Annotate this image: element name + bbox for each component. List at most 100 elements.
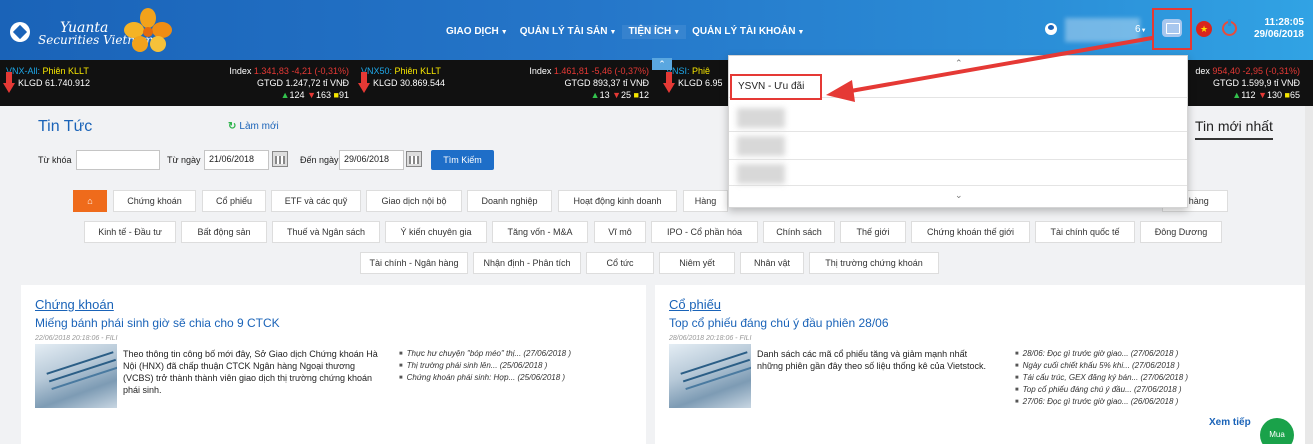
category-chip[interactable]: Tăng vốn - M&A	[492, 221, 588, 243]
category-chip[interactable]: Vĩ mô	[594, 221, 646, 243]
ticker-name: VNX-All: Phiên KLLT	[6, 66, 89, 76]
nav-label: TIỆN ÍCH	[628, 26, 672, 37]
ticker-gtgd: GTGD 893,37 tỉ VNĐ	[564, 78, 649, 88]
keyword-input[interactable]	[76, 150, 160, 170]
category-chip[interactable]: Thế giới	[840, 221, 906, 243]
category-chip[interactable]: Chứng khoán thế giới	[911, 221, 1030, 243]
refresh-link[interactable]: ↻ Làm mới	[228, 121, 279, 132]
category-chip[interactable]: IPO - Cổ phần hóa	[651, 221, 758, 243]
top-navbar: Yuanta Securities Vietnam GIAO DỊCH ▼ QUẢ…	[0, 0, 1313, 60]
category-chip[interactable]: Nhân vật	[740, 252, 804, 274]
power-icon[interactable]	[1222, 19, 1237, 36]
category-chip[interactable]: Doanh nghiệp	[467, 190, 552, 212]
related-article-link[interactable]: Chứng khoán phái sinh: Hợp... (25/06/201…	[399, 372, 571, 384]
refresh-icon: ↻	[228, 121, 237, 132]
to-date-input[interactable]: 29/06/2018	[339, 150, 404, 170]
category-chip[interactable]: Kinh tế - Đầu tư	[84, 221, 176, 243]
user-icon[interactable]	[1045, 23, 1057, 35]
down-arrow-icon	[358, 72, 370, 94]
user-name-redacted	[1065, 18, 1140, 42]
dropdown-item[interactable]	[729, 132, 1187, 160]
category-chip[interactable]: Nhận định - Phân tích	[473, 252, 581, 274]
category-chip[interactable]: Bất động sản	[181, 221, 267, 243]
category-chip[interactable]: Niêm yết	[659, 252, 735, 274]
ticker-klgd: KLGD 30.869.544	[373, 78, 446, 88]
section-title[interactable]: Chứng khoán	[35, 297, 114, 312]
inbox-icon[interactable]	[1162, 19, 1182, 37]
nav-quan-ly-tai-khoan[interactable]: QUẢN LÝ TÀI KHOẢN ▼	[686, 25, 810, 39]
category-chip[interactable]: Đông Dương	[1140, 221, 1222, 243]
home-icon: ⌂	[87, 196, 93, 206]
nav-label: QUẢN LÝ TÀI SẢN	[519, 26, 608, 37]
related-article-link[interactable]: Top cổ phiếu đáng chú ý đầu... (27/06/20…	[1015, 384, 1188, 396]
chevron-down-icon[interactable]: ⌄	[955, 190, 963, 201]
dropdown-item[interactable]	[729, 160, 1187, 186]
ticker-counts: ▲112 ▼130 ■65	[1232, 90, 1300, 100]
nav-tien-ich[interactable]: TIỆN ÍCH ▼	[622, 25, 687, 39]
ticker-item-vnx-all[interactable]: VNX-All: Phiên KLLT KLGD 61.740.912 Inde…	[0, 60, 355, 106]
related-article-link[interactable]: 28/06: Đọc gì trước giờ giao... (27/06/2…	[1015, 348, 1188, 360]
down-arrow-icon	[3, 72, 15, 94]
chevron-down-icon: ▼	[609, 29, 617, 36]
category-chip[interactable]: Ý kiến chuyên gia	[385, 221, 487, 243]
vietnam-flag-icon[interactable]: ★	[1196, 21, 1212, 37]
search-button[interactable]: Tìm Kiếm	[431, 150, 494, 170]
ticker-collapse-icon[interactable]: ⌃	[652, 58, 672, 70]
ticker-gtgd: GTGD 1.599,9 tỉ VNĐ	[1212, 78, 1300, 88]
article-headline[interactable]: Top cổ phiếu đáng chú ý đầu phiên 28/06	[669, 316, 889, 330]
chevron-down-icon: ▼	[797, 29, 805, 36]
section-title[interactable]: Cổ phiếu	[669, 297, 721, 312]
ticker-klgd: KLGD 6.95	[678, 78, 723, 88]
redacted-item	[737, 164, 785, 184]
category-chip[interactable]: Chính sách	[763, 221, 835, 243]
clock-time: 11:28:05	[1264, 17, 1304, 28]
category-chip[interactable]: Tài chính quốc tế	[1035, 221, 1135, 243]
article-thumbnail[interactable]	[35, 344, 117, 408]
to-date-label: Đến ngày	[300, 155, 339, 165]
from-date-input[interactable]: 21/06/2018	[204, 150, 269, 170]
article-summary: Theo thông tin công bố mới đây, Sở Giao …	[123, 349, 378, 395]
view-more-link[interactable]: Xem tiếp	[1209, 417, 1251, 428]
dropdown-item-ysvn-uu-dai[interactable]: YSVN - Ưu đãi	[730, 74, 822, 100]
category-chip[interactable]: Thuế và Ngân sách	[272, 221, 380, 243]
dropdown-item[interactable]	[729, 104, 1187, 132]
category-chip[interactable]: Tài chính - Ngân hàng	[360, 252, 468, 274]
related-article-link[interactable]: Ngày cuối chiết khấu 5% khi... (27/06/20…	[1015, 360, 1188, 372]
related-article-link[interactable]: Thực hư chuyện "bóp méo" thị... (27/06/2…	[399, 348, 571, 360]
page-scrollbar[interactable]	[1305, 106, 1313, 444]
from-date-label: Từ ngày	[167, 155, 201, 165]
category-chip[interactable]: ETF và các quỹ	[271, 190, 361, 212]
chevron-down-icon: ▼	[500, 29, 508, 36]
nav-label: QUẢN LÝ TÀI KHOẢN	[692, 26, 796, 37]
category-chip[interactable]: Cổ phiếu	[202, 190, 266, 212]
calendar-icon[interactable]	[406, 151, 422, 167]
article-thumbnail[interactable]	[669, 344, 751, 408]
related-articles: Thực hư chuyện "bóp méo" thị... (27/06/2…	[399, 348, 571, 384]
calendar-icon[interactable]	[272, 151, 288, 167]
keyword-label: Từ khóa	[38, 155, 72, 165]
nav-giao-dich[interactable]: GIAO DỊCH ▼	[440, 25, 514, 39]
category-chip[interactable]: Giao dịch nội bộ	[366, 190, 462, 212]
brand-logo[interactable]: Yuanta Securities Vietnam	[10, 8, 172, 52]
related-article-link[interactable]: Thị trường phái sinh lên... (25/06/2018 …	[399, 360, 571, 372]
ticker-item-vnx50[interactable]: VNX50: Phiên KLLT KLGD 30.869.544 Index …	[355, 60, 655, 106]
home-category-chip[interactable]: ⌂	[73, 190, 107, 212]
tab-latest-news[interactable]: Tin mới nhất	[1195, 118, 1273, 140]
buy-button[interactable]: Mua	[1260, 418, 1294, 444]
nav-quan-ly-tai-san[interactable]: QUẢN LÝ TÀI SẢN ▼	[514, 25, 623, 39]
chevron-up-icon[interactable]: ⌃	[955, 58, 963, 69]
category-chip[interactable]: Hàng	[683, 190, 728, 212]
ticker-item-right[interactable]: dex 954,40 -2,95 (-0,31%) GTGD 1.599,9 t…	[1188, 60, 1306, 106]
category-chip[interactable]: Chứng khoán	[113, 190, 196, 212]
category-chip[interactable]: Cổ tức	[586, 252, 654, 274]
down-arrow-icon	[663, 72, 675, 94]
ticker-klgd: KLGD 61.740.912	[18, 78, 91, 88]
related-article-link[interactable]: 27/06: Đọc gì trước giờ giao... (26/06/2…	[1015, 396, 1188, 408]
category-chip[interactable]: Thị trường chứng khoán	[809, 252, 939, 274]
utilities-dropdown: ⌃ YSVN - Ưu đãi ⌄	[728, 55, 1188, 208]
related-article-link[interactable]: Tái cấu trúc, GEX đăng ký bán... (27/06/…	[1015, 372, 1188, 384]
user-account-suffix[interactable]: 6▼	[1135, 24, 1147, 35]
ticker-index: dex 954,40 -2,95 (-0,31%)	[1195, 66, 1300, 76]
article-headline[interactable]: Miếng bánh phái sinh giờ sẽ chia cho 9 C…	[35, 316, 280, 330]
category-chip[interactable]: Hoạt động kinh doanh	[558, 190, 677, 212]
